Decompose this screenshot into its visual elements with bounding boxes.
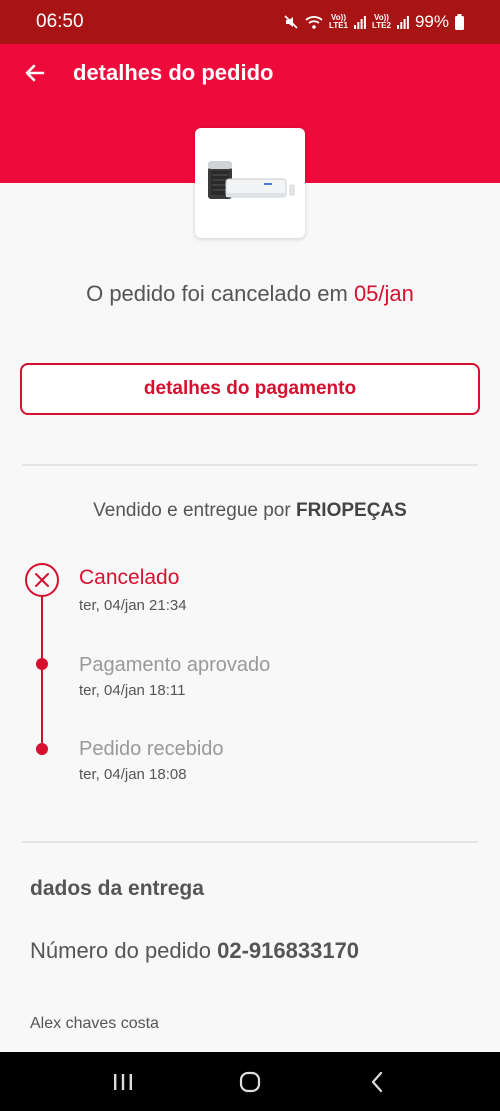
timeline-status-pagamento: Pagamento aprovado bbox=[79, 654, 271, 676]
timeline-dot bbox=[36, 743, 48, 755]
cancel-date: 05/jan bbox=[353, 281, 414, 306]
recipient-name: Alex chaves costa bbox=[30, 1015, 159, 1032]
page-title: detalhes do pedido bbox=[73, 60, 274, 85]
status-icons: Vo)) LTE1 Vo)) LTE2 99% bbox=[283, 12, 464, 32]
timeline-line bbox=[41, 592, 43, 749]
x-circle-icon bbox=[25, 563, 59, 597]
timeline-dot bbox=[36, 658, 48, 670]
mute-icon bbox=[284, 15, 298, 29]
battery-percent: 99% bbox=[414, 12, 449, 31]
timeline-time: ter, 04/jan 18:08 bbox=[79, 766, 187, 783]
wifi-icon bbox=[305, 16, 323, 29]
order-number-value: 02-916833170 bbox=[217, 938, 360, 963]
signal-icon bbox=[354, 16, 366, 29]
system-nav-bar bbox=[0, 1052, 500, 1111]
recents-button[interactable] bbox=[103, 1062, 143, 1102]
divider bbox=[22, 464, 478, 466]
nav-back-button[interactable] bbox=[357, 1062, 397, 1102]
home-icon bbox=[239, 1071, 261, 1092]
chevron-left-icon bbox=[371, 1071, 382, 1092]
status-time: 06:50 bbox=[36, 11, 84, 32]
timeline-time: ter, 04/jan 21:34 bbox=[79, 597, 187, 614]
signal-icon bbox=[396, 16, 409, 29]
order-number: Número do pedido 02-916833170 bbox=[30, 938, 360, 963]
product-image[interactable] bbox=[195, 128, 305, 238]
seller-name: FRIOPEÇAS bbox=[295, 500, 407, 521]
arrow-left-icon bbox=[25, 64, 45, 82]
sim2-indicator: Vo)) LTE2 bbox=[372, 13, 391, 30]
payment-details-button[interactable]: detalhes do pagamento bbox=[20, 363, 480, 415]
seller-info: Vendido e entregue por FRIOPEÇAS bbox=[93, 500, 407, 521]
divider bbox=[22, 841, 478, 843]
status-bar: 06:50 Vo)) LTE1 Vo)) LTE2 99% bbox=[0, 0, 500, 44]
battery-icon bbox=[455, 14, 464, 30]
home-button[interactable] bbox=[230, 1062, 270, 1102]
timeline-status-recebido: Pedido recebido bbox=[79, 738, 224, 760]
back-button[interactable] bbox=[20, 58, 50, 88]
cancel-message: O pedido foi cancelado em 05/jan bbox=[86, 281, 414, 306]
delivery-section-title: dados da entrega bbox=[30, 877, 204, 900]
timeline-time: ter, 04/jan 18:11 bbox=[79, 682, 186, 699]
timeline-status-cancelado: Cancelado bbox=[79, 566, 180, 589]
sim1-indicator: Vo)) LTE1 bbox=[329, 13, 348, 30]
air-conditioner-image bbox=[208, 161, 295, 199]
recents-icon bbox=[114, 1073, 133, 1090]
